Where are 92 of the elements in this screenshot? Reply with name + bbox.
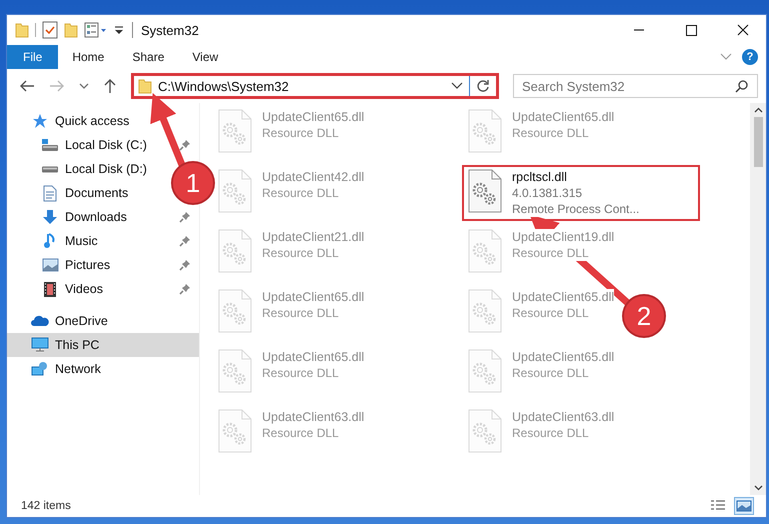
music-note-icon [43,233,57,249]
refresh-icon[interactable] [476,79,490,93]
nav-label: Documents [65,186,128,200]
pin-icon[interactable] [179,139,191,151]
customize-caret-icon[interactable] [114,24,124,36]
pin-icon[interactable] [179,283,191,295]
dll-file-icon [468,289,502,333]
dll-file-icon [468,349,502,393]
file-name: UpdateClient65.dll [512,349,614,365]
file-name: UpdateClient65.dll [262,109,364,125]
dll-file-icon [218,409,252,453]
chevron-down-icon[interactable] [79,82,89,90]
nav-label: Downloads [65,210,127,224]
nav-item[interactable]: This PC [7,333,199,357]
file-detail: Resource DLL [512,245,589,261]
monitor-icon [31,337,49,353]
scroll-down-icon[interactable] [754,485,762,491]
item-count: 142 items [21,500,71,512]
drive-icon [41,138,59,152]
view-button[interactable] [734,497,754,515]
file-item[interactable]: rpcltscl.dll 4.0.1381.315 Remote Process Cont... [462,165,700,221]
drive-icon [41,166,59,172]
nav-label: This PC [55,338,100,352]
pin-icon[interactable] [179,235,191,247]
dll-file-icon [468,109,502,153]
scrollbar[interactable] [750,103,766,495]
nav-item[interactable]: Network [7,357,199,381]
file-name: UpdateClient21.dll [262,229,364,245]
file-name: rpcltscl.dll [512,169,567,185]
address-field[interactable]: C:\Windows\System32 [131,73,499,99]
nav-label: Network [55,362,101,376]
document-icon [43,184,57,202]
nav-item[interactable]: Documents [7,181,136,205]
nav-label: Music [65,234,98,248]
file-name: UpdateClient65.dll [512,109,614,125]
dll-file-icon [468,229,502,273]
dll-file-icon [468,409,502,453]
search-field[interactable]: Search System32 [513,74,758,98]
ribbon-tab[interactable]: View [178,45,232,69]
step-number: 2 [624,296,664,336]
search-icon[interactable] [735,80,748,93]
nav-label: OneDrive [55,314,108,328]
address-path: C:\Windows\System32 [158,78,290,94]
nav-label: Local Disk (C:) [65,138,147,152]
large-icons-view-icon [736,499,752,513]
file-name: UpdateClient19.dll [512,229,614,245]
nav-item[interactable]: Local Disk (C:) [7,133,199,157]
dll-file-icon [218,349,252,393]
nav-label: Quick access [55,114,130,128]
ribbon-tab[interactable]: Share [118,45,178,69]
dll-file-icon [218,229,252,273]
nav-label: Videos [65,282,103,296]
nav-item[interactable]: Music [7,229,199,253]
ribbon-tab[interactable]: File [7,45,58,69]
dll-file-icon [218,169,252,213]
network-icon [31,361,49,377]
file-name: UpdateClient63.dll [512,409,614,425]
nav-label: Pictures [65,258,110,272]
chevron-down-icon[interactable] [451,82,463,90]
file-name: UpdateClient42.dll [262,169,364,185]
file-name: UpdateClient65.dll [262,289,364,305]
file-name: UpdateClient65.dll [512,289,614,305]
nav-item[interactable]: Pictures [7,253,199,277]
nav-item[interactable]: Quick access [7,109,199,133]
pin-icon[interactable] [179,259,191,271]
cloud-icon [31,315,49,327]
nav-label: Local Disk (D:) [65,162,147,176]
nav-item[interactable]: Videos [7,277,199,301]
back-arrow-icon[interactable] [19,79,35,93]
file-name: UpdateClient63.dll [262,409,364,425]
pin-icon[interactable] [179,211,191,223]
dll-file-icon [218,109,252,153]
folder-icon [138,78,152,94]
nav-item[interactable]: Local Disk (D:) [7,157,155,181]
up-arrow-icon[interactable] [103,78,117,94]
download-arrow-icon [42,209,58,225]
dll-file-icon [468,169,502,213]
file-name: UpdateClient65.dll [262,349,364,365]
checklist-icon[interactable] [42,21,58,39]
dll-file-icon [218,289,252,333]
ribbon-tab[interactable]: Home [58,45,118,69]
star-icon [32,113,48,129]
nav-item[interactable]: Downloads [7,205,199,229]
nav-item[interactable]: OneDrive [7,309,199,333]
scroll-up-icon[interactable] [754,107,762,113]
properties-icon[interactable] [84,22,108,38]
scrollbar-thumb[interactable] [754,117,762,167]
step-number: 1 [173,163,213,203]
image-icon [42,258,58,272]
film-icon [43,280,57,298]
window-title: System32 [141,22,199,38]
help-button[interactable]: ? [742,49,758,65]
